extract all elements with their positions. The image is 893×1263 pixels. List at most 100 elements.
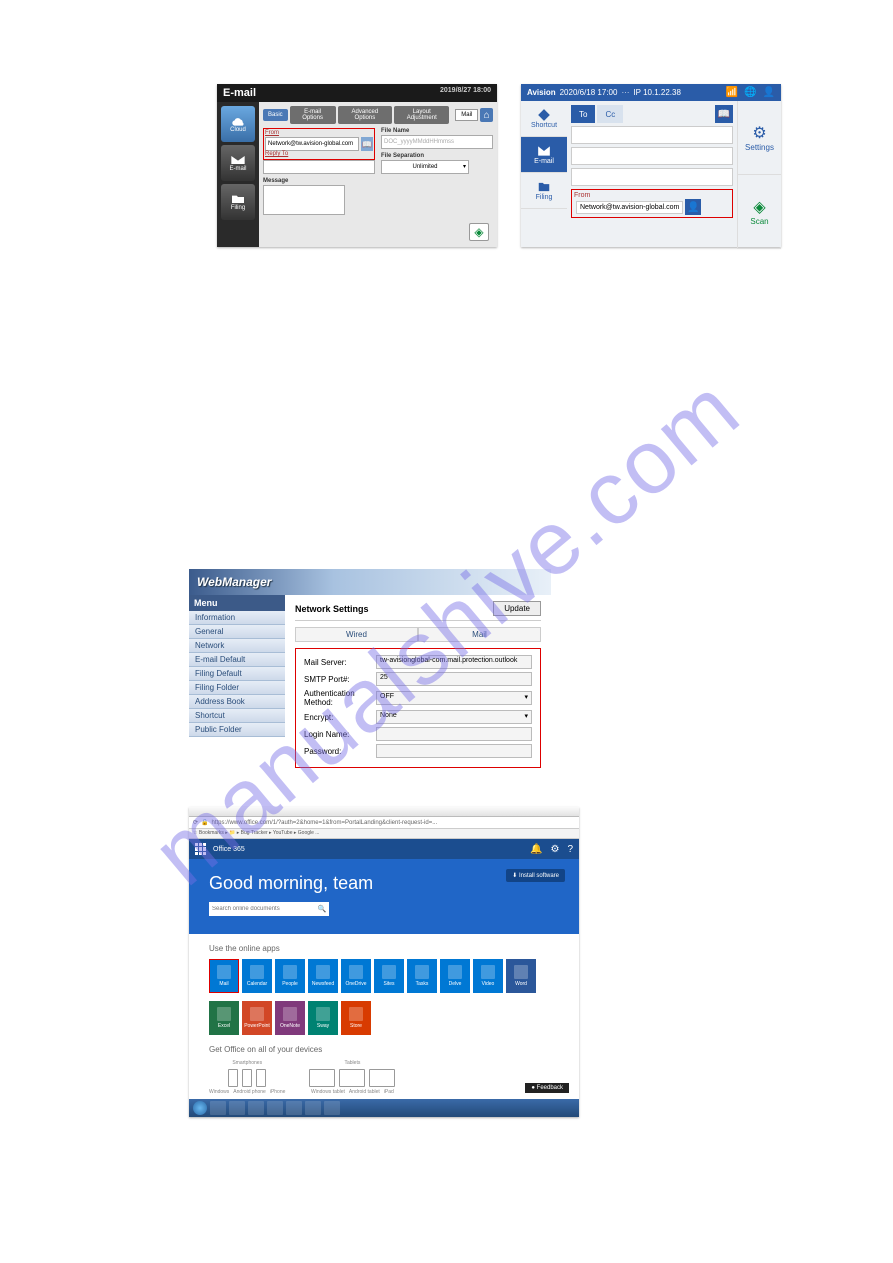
login-name-input[interactable]: [376, 727, 532, 741]
search-icon[interactable]: 🔍: [315, 905, 329, 913]
menu-filing-default[interactable]: Filing Default: [189, 667, 285, 681]
app-onenote[interactable]: OneNote: [275, 1001, 305, 1035]
tablet-icon[interactable]: [369, 1069, 395, 1087]
start-button[interactable]: [193, 1101, 207, 1115]
encrypt-select[interactable]: None: [376, 710, 532, 724]
app-word[interactable]: Word: [506, 959, 536, 993]
from-highlight-box-2: From Network@tw.avision-global.com 👤: [571, 189, 733, 218]
bell-icon[interactable]: 🔔: [530, 844, 542, 855]
taskbar-item[interactable]: [248, 1101, 264, 1115]
sidebar-filing-button[interactable]: Filing: [221, 184, 255, 220]
settings-button[interactable]: ⚙Settings: [738, 101, 781, 175]
app-video[interactable]: Video: [473, 959, 503, 993]
addressbook-icon[interactable]: 📖: [361, 137, 373, 151]
menu-network[interactable]: Network: [189, 639, 285, 653]
auth-method-select[interactable]: OFF: [376, 691, 532, 705]
mail-server-input[interactable]: tw-avisionglobal-com.mail.protection.out…: [376, 655, 532, 669]
reply-to-input[interactable]: [263, 160, 375, 174]
password-input[interactable]: [376, 744, 532, 758]
app-calendar[interactable]: Calendar: [242, 959, 272, 993]
cc-tab[interactable]: Cc: [597, 105, 623, 123]
filesep-label: File Separation: [381, 153, 493, 159]
tab-basic[interactable]: Basic: [263, 109, 288, 121]
app-store[interactable]: Store: [341, 1001, 371, 1035]
feedback-button[interactable]: ● Feedback: [525, 1083, 569, 1093]
sidebar-email-button[interactable]: E-mail: [221, 145, 255, 181]
filename-input[interactable]: DOC_yyyyMMddHHmmss: [381, 135, 493, 149]
menu-email-default[interactable]: E-mail Default: [189, 653, 285, 667]
from-label: From: [265, 130, 373, 136]
app-powerpoint[interactable]: PowerPoint: [242, 1001, 272, 1035]
addressbook-button[interactable]: 📖: [715, 105, 733, 123]
help-icon[interactable]: ?: [567, 844, 573, 855]
email-dark-panel: E-mail 2019/8/27 18:00 Cloud E-mail Fili…: [217, 84, 497, 247]
home-icon[interactable]: [480, 108, 493, 122]
recipient-line-2[interactable]: [571, 147, 733, 165]
taskbar-item[interactable]: [210, 1101, 226, 1115]
subtab-mail[interactable]: Mail: [418, 627, 541, 642]
filing-button[interactable]: Filing: [521, 173, 567, 209]
app-tasks[interactable]: Tasks: [407, 959, 437, 993]
tab-email-options[interactable]: E-mail Options: [290, 106, 336, 124]
taskbar-item[interactable]: [229, 1101, 245, 1115]
message-label: Message: [263, 178, 375, 184]
to-tab[interactable]: To: [571, 105, 595, 123]
menu-general[interactable]: General: [189, 625, 285, 639]
smtp-port-label: SMTP Port#:: [304, 675, 376, 684]
app-newsfeed[interactable]: Newsfeed: [308, 959, 338, 993]
tablet-icon[interactable]: [309, 1069, 335, 1087]
email-button[interactable]: E-mail: [521, 137, 567, 173]
search-box[interactable]: 🔍: [209, 902, 329, 916]
tab-layout[interactable]: Layout Adjustment: [394, 106, 449, 124]
recipient-line-1[interactable]: [571, 126, 733, 144]
app-mail[interactable]: Mail: [209, 959, 239, 993]
app-sway[interactable]: Sway: [308, 1001, 338, 1035]
app-excel[interactable]: Excel: [209, 1001, 239, 1035]
tablet-icon[interactable]: [339, 1069, 365, 1087]
filesep-select[interactable]: Unlimited: [381, 160, 469, 174]
app-sites[interactable]: Sites: [374, 959, 404, 993]
panel2-sidebar: Shortcut E-mail Filing: [521, 101, 567, 249]
search-input[interactable]: [209, 906, 315, 912]
menu-address-book[interactable]: Address Book: [189, 695, 285, 709]
app-people[interactable]: People: [275, 959, 305, 993]
tab-advanced[interactable]: Advanced Options: [338, 106, 393, 124]
login-name-label: Login Name:: [304, 730, 376, 739]
sidebar-cloud-button[interactable]: Cloud: [221, 106, 255, 142]
app-onedrive[interactable]: OneDrive: [341, 959, 371, 993]
phone-icon[interactable]: [256, 1069, 266, 1087]
ip-label: IP 10.1.22.38: [633, 88, 680, 97]
install-software-button[interactable]: ⬇ Install software: [506, 869, 565, 882]
globe-icon[interactable]: 🌐: [744, 87, 756, 98]
app-delve[interactable]: Delve: [440, 959, 470, 993]
shortcut-button[interactable]: Shortcut: [521, 101, 567, 137]
update-button[interactable]: Update: [493, 601, 541, 616]
smtp-port-input[interactable]: 25: [376, 672, 532, 686]
phone-icon[interactable]: [242, 1069, 252, 1087]
panel1-title: E-mail: [223, 87, 256, 99]
from-value-2[interactable]: Network@tw.avision-global.com: [576, 201, 683, 214]
phone-icon[interactable]: [228, 1069, 238, 1087]
from-input[interactable]: Network@tw.avision-global.com: [265, 137, 359, 151]
start-scan-button[interactable]: [469, 223, 489, 241]
menu-shortcut[interactable]: Shortcut: [189, 709, 285, 723]
app-launcher-icon[interactable]: [195, 843, 207, 855]
menu-filing-folder[interactable]: Filing Folder: [189, 681, 285, 695]
recipient-line-3[interactable]: [571, 168, 733, 186]
gear-icon[interactable]: ⚙: [550, 844, 559, 855]
mail-server-label: Mail Server:: [304, 658, 376, 667]
subtab-wired[interactable]: Wired: [295, 627, 418, 642]
browser-urlbar[interactable]: ⟳🔒https://www.office.com/1/?auth=2&home=…: [189, 817, 579, 829]
taskbar-item[interactable]: [305, 1101, 321, 1115]
menu-information[interactable]: Information: [189, 611, 285, 625]
taskbar-item[interactable]: [267, 1101, 283, 1115]
scan-button[interactable]: ◈Scan: [738, 175, 781, 249]
user-icon[interactable]: 👤: [763, 87, 775, 98]
mail-button[interactable]: Mail: [455, 109, 478, 121]
taskbar-item[interactable]: [324, 1101, 340, 1115]
from-addressbook-icon[interactable]: 👤: [685, 199, 701, 215]
brand-label: Avision: [527, 88, 556, 97]
message-textarea[interactable]: [263, 185, 345, 215]
menu-public-folder[interactable]: Public Folder: [189, 723, 285, 737]
taskbar-item[interactable]: [286, 1101, 302, 1115]
